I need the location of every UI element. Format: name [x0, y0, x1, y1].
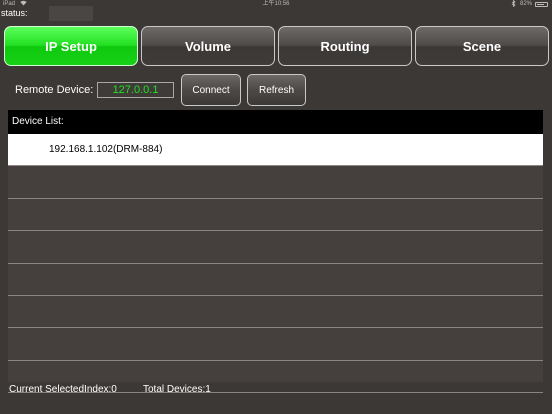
list-item[interactable] — [8, 264, 543, 296]
total-devices-label: Total Devices:1 — [143, 384, 211, 395]
device-list-header: Device List: — [8, 110, 543, 134]
remote-device-label: Remote Device: — [15, 84, 94, 96]
list-item[interactable] — [8, 296, 543, 329]
refresh-button[interactable]: Refresh — [247, 74, 306, 106]
tab-routing[interactable]: Routing — [278, 26, 412, 66]
bluetooth-icon — [511, 0, 516, 10]
battery-icon — [535, 2, 548, 7]
battery-fill — [537, 4, 544, 5]
selected-index-label: Current SelectedIndex:0 — [9, 384, 117, 395]
list-item[interactable] — [8, 199, 543, 232]
tab-ip-setup[interactable]: IP Setup — [4, 26, 138, 66]
tab-scene[interactable]: Scene — [415, 26, 549, 66]
tab-volume[interactable]: Volume — [141, 26, 275, 66]
status-label: status: — [1, 8, 28, 18]
list-item[interactable] — [8, 231, 543, 264]
battery-percent: 82% — [519, 1, 532, 7]
device-list[interactable]: 192.168.1.102(DRM-884) — [8, 134, 543, 394]
list-item[interactable] — [8, 328, 543, 361]
status-value-box — [49, 6, 93, 21]
list-item[interactable] — [8, 166, 543, 199]
remote-ip-field[interactable]: 127.0.0.1 — [97, 82, 174, 98]
list-item[interactable]: 192.168.1.102(DRM-884) — [8, 134, 543, 167]
connect-button[interactable]: Connect — [181, 74, 241, 106]
